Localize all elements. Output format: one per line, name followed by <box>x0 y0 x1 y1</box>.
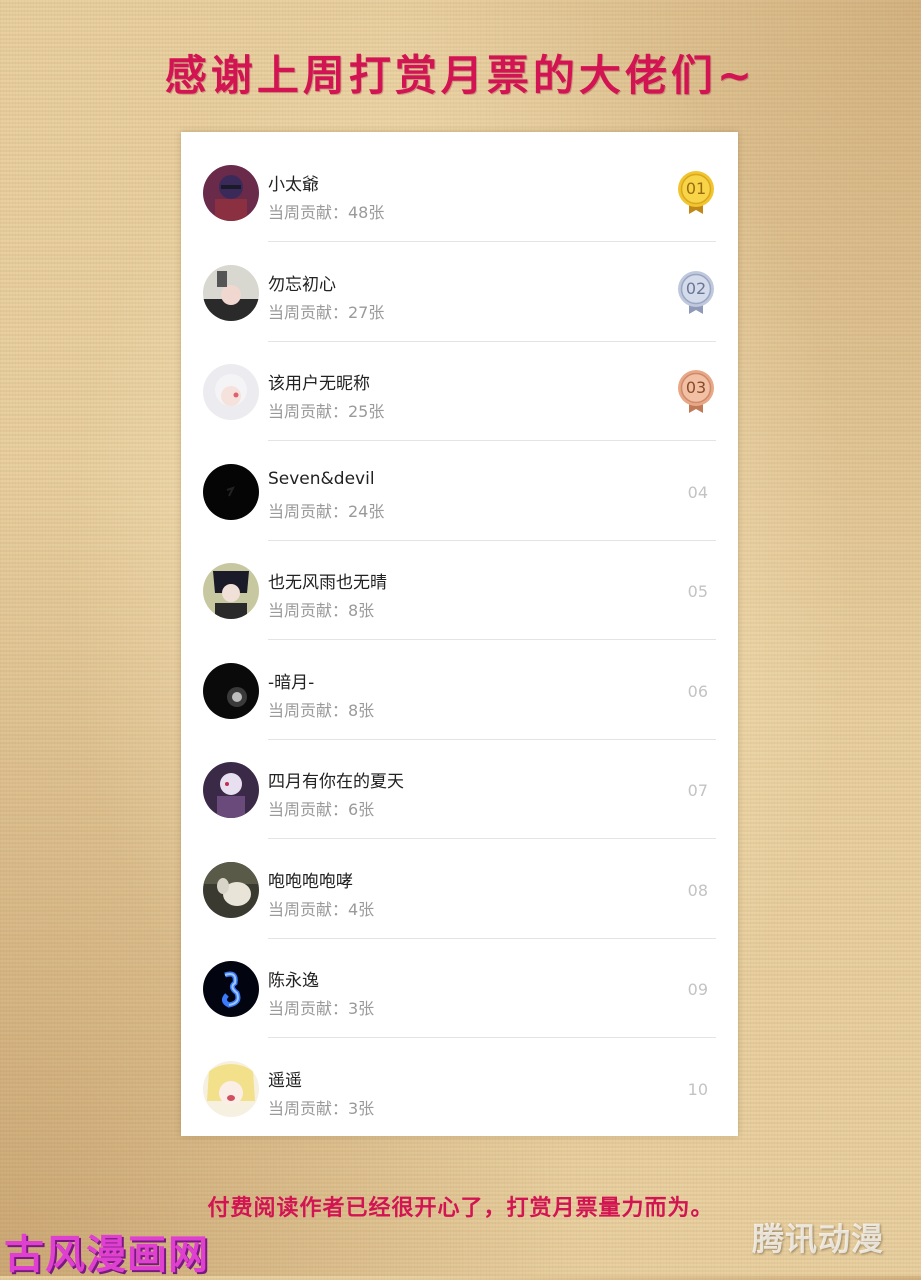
list-item[interactable]: 陈永逸 当周贡献：3张 09 <box>181 928 738 1038</box>
page-title: 感谢上周打赏月票的大佬们~ <box>164 51 757 100</box>
avatar[interactable] <box>203 463 259 520</box>
avatar[interactable] <box>203 563 259 619</box>
avatar[interactable] <box>203 165 259 221</box>
list-item[interactable]: 该用户无昵称 当周贡献：25张 03 <box>181 331 738 441</box>
user-name: Seven&devil <box>268 468 375 489</box>
list-item[interactable]: -暗月- 当周贡献：8张 06 <box>181 630 738 740</box>
user-name: 陈永逸 <box>268 971 319 991</box>
user-name: 咆咆咆咆哮 <box>268 871 353 892</box>
rank-label: 07 <box>687 781 708 800</box>
contribution-text: 当周贡献：24张 <box>268 501 385 521</box>
rank-label: 08 <box>687 880 708 900</box>
avatar[interactable] <box>203 1060 259 1117</box>
rank-label: 06 <box>687 681 708 701</box>
list-item[interactable]: 遥遥 当周贡献：3张 10 <box>181 1028 738 1128</box>
rank-label: 02 <box>685 278 707 298</box>
avatar[interactable] <box>203 264 259 321</box>
rank-label: 10 <box>687 1079 708 1099</box>
avatar[interactable] <box>203 364 259 420</box>
list-item[interactable]: 小太爺 当周贡献：48张 01 <box>181 132 738 242</box>
watermark-left: 古风漫画网 <box>4 1232 209 1278</box>
user-name: 勿忘初心 <box>268 274 336 295</box>
avatar[interactable] <box>203 762 259 818</box>
rank-label: 09 <box>687 980 708 999</box>
rank-label: 03 <box>685 378 707 397</box>
avatar[interactable] <box>203 861 259 918</box>
rank-label: 05 <box>687 582 708 601</box>
user-name: 四月有你在的夏天 <box>268 772 404 792</box>
watermark-right: 腾讯动漫 <box>752 1220 885 1258</box>
user-name: -暗月- <box>268 672 315 693</box>
leaderboard-card: 小太爺 当周贡献：48张 01 勿忘初心 当周贡献：27张 02 该用户无昵称 … <box>181 132 738 1136</box>
medal-silver-icon: 02 <box>676 270 716 316</box>
contribution-text: 当周贡献：4张 <box>268 899 375 919</box>
list-item[interactable]: 咆咆咆咆哮 当周贡献：4张 08 <box>181 829 738 939</box>
list-item[interactable]: Seven&devil 当周贡献：24张 04 <box>181 431 738 541</box>
avatar[interactable] <box>203 961 259 1017</box>
list-item[interactable]: 勿忘初心 当周贡献：27张 02 <box>181 232 738 342</box>
user-name: 该用户无昵称 <box>268 374 370 394</box>
medal-gold-icon: 01 <box>676 170 716 216</box>
user-name: 也无风雨也无晴 <box>268 573 387 593</box>
contribution-text: 当周贡献：3张 <box>268 1098 375 1118</box>
rank-label: 01 <box>685 179 707 198</box>
contribution-text: 当周贡献：6张 <box>268 800 375 819</box>
user-name: 遥遥 <box>268 1070 302 1091</box>
rank-label: 04 <box>687 482 708 502</box>
avatar[interactable] <box>203 662 259 719</box>
list-item[interactable]: 四月有你在的夏天 当周贡献：6张 07 <box>181 729 738 839</box>
contribution-text: 当周贡献：48张 <box>268 203 385 222</box>
medal-bronze-icon: 03 <box>676 369 716 415</box>
user-name: 小太爺 <box>268 175 319 195</box>
contribution-text: 当周贡献：8张 <box>268 601 375 620</box>
contribution-text: 当周贡献：25张 <box>268 402 385 421</box>
contribution-text: 当周贡献：27张 <box>268 302 385 322</box>
contribution-text: 当周贡献：8张 <box>268 700 375 720</box>
contribution-text: 当周贡献：3张 <box>268 999 375 1018</box>
list-item[interactable]: 也无风雨也无晴 当周贡献：8张 05 <box>181 530 738 640</box>
